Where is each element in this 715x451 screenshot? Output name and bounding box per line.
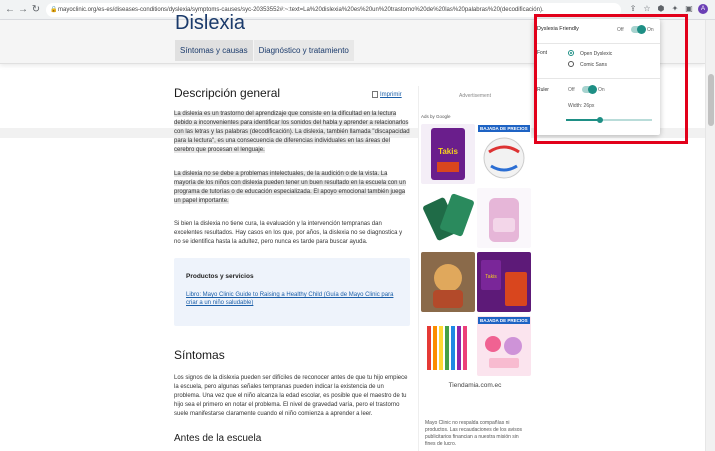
ad-product-backpack[interactable] <box>477 188 531 248</box>
book-link[interactable]: Libro: Mayo Clinic Guide to Raising a He… <box>186 291 396 307</box>
ad-grid: Takis BAJADA DE PRECIOS Takis BAJADA DE … <box>421 124 531 376</box>
ad-label: Advertisement <box>459 93 491 99</box>
svg-text:Takis: Takis <box>485 274 497 280</box>
ad-product-pens[interactable] <box>421 316 475 376</box>
star-icon[interactable]: ☆ <box>642 4 652 14</box>
lock-icon: 🔒 <box>50 7 58 13</box>
ad-column: Advertisement Ads by Google Takis BAJADA… <box>418 86 531 451</box>
tab-symptoms-causes[interactable]: Síntomas y causas <box>175 40 254 61</box>
ad-disclaimer: Mayo Clinic no respalda compañías ni pro… <box>425 420 523 447</box>
ad-product-chips[interactable]: Takis <box>421 124 475 184</box>
page-scrollbar[interactable] <box>705 20 715 451</box>
section-tabs: Síntomas y causas Diagnóstico y tratamie… <box>175 40 355 61</box>
tab-diagnosis-treatment[interactable]: Diagnóstico y tratamiento <box>253 40 355 61</box>
price-badge-2: BAJADA DE PRECIOS <box>478 317 530 324</box>
back-icon[interactable]: ← <box>4 4 16 16</box>
url-text: mayoclinic.org/es-es/diseases-conditions… <box>58 7 544 13</box>
highlight-annotation <box>534 14 688 144</box>
products-card: Productos y servicios Libro: Mayo Clinic… <box>174 258 410 326</box>
overview-heading: Descripción general <box>174 86 281 100</box>
ad-product-ball[interactable]: BAJADA DE PRECIOS <box>477 124 531 184</box>
page-title: Dislexia <box>175 12 246 34</box>
ads-by-google[interactable]: Ads by Google <box>421 114 451 119</box>
overview-paragraph-1: La dislexia es un trastorno del aprendiz… <box>174 111 410 153</box>
extension-icon[interactable]: ⬢ <box>656 4 666 14</box>
overview-paragraph-3: Si bien la dislexia no tiene cura, la ev… <box>174 221 403 245</box>
ad-product-chips-pack[interactable]: Takis <box>477 252 531 312</box>
ad-source[interactable]: Tiendamia.com.ec <box>419 382 531 389</box>
ad-product-makeup[interactable]: BAJADA DE PRECIOS <box>477 316 531 376</box>
ad-product-toy[interactable] <box>421 252 475 312</box>
forward-icon[interactable]: → <box>17 4 29 16</box>
puzzle-icon[interactable]: ✦ <box>670 4 680 14</box>
print-link[interactable]: Imprimir <box>380 92 402 98</box>
profile-avatar[interactable]: A <box>698 4 708 14</box>
overview-paragraph-2: La dislexia no se debe a problemas intel… <box>174 171 406 204</box>
price-badge: BAJADA DE PRECIOS <box>478 125 530 132</box>
share-icon[interactable]: ⇪ <box>628 4 638 14</box>
before-school-heading: Antes de la escuela <box>174 433 262 444</box>
print-icon[interactable] <box>372 91 378 98</box>
sidebar-icon[interactable]: ▣ <box>684 4 694 14</box>
reload-icon[interactable]: ↻ <box>30 4 42 16</box>
products-title: Productos y servicios <box>186 273 254 280</box>
svg-text:Takis: Takis <box>438 147 458 156</box>
symptoms-heading: Síntomas <box>174 348 225 362</box>
symptoms-paragraph: Los signos de la dislexia pueden ser dif… <box>174 375 408 417</box>
ad-product-phone-case[interactable] <box>421 188 475 248</box>
scroll-thumb[interactable] <box>708 74 714 126</box>
